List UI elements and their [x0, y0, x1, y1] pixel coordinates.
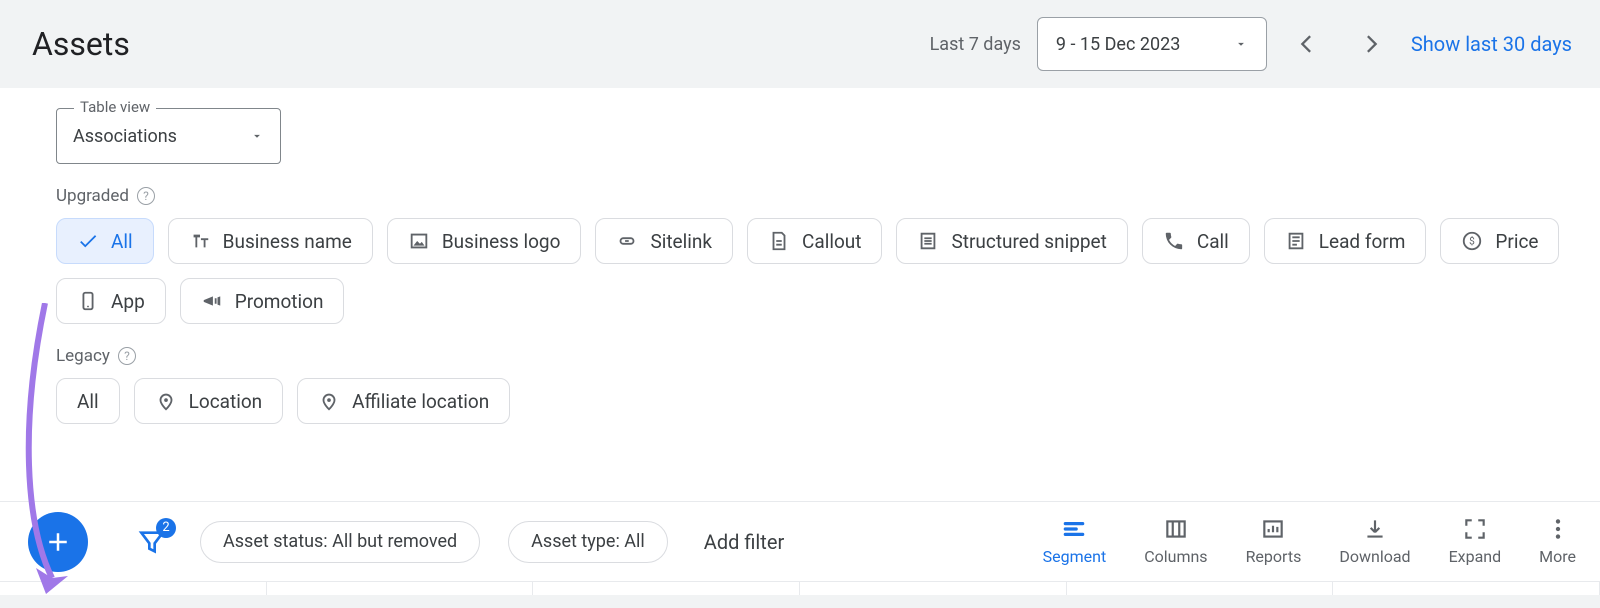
prev-period-button[interactable] — [1283, 20, 1331, 68]
table-view-select[interactable]: Associations — [56, 108, 281, 164]
show-last-30-days-link[interactable]: Show last 30 days — [1411, 32, 1572, 56]
filter-button[interactable]: 2 — [132, 522, 172, 562]
legacy-section-label: Legacy ? — [56, 346, 1572, 366]
date-range-label: Last 7 days — [930, 34, 1021, 55]
columns-icon — [1163, 517, 1189, 541]
chip-label: Price — [1495, 230, 1538, 253]
date-range-picker[interactable]: 9 - 15 Dec 2023 — [1037, 17, 1267, 71]
chip-label: Callout — [802, 230, 861, 253]
app-icon — [77, 290, 99, 312]
table-header-stub — [0, 581, 1600, 595]
toolbar-download-button[interactable]: Download — [1339, 517, 1410, 566]
page-title: Assets — [32, 25, 130, 63]
toolbar: 2 Asset status: All but removed Asset ty… — [0, 501, 1600, 581]
pin-icon — [155, 390, 177, 412]
legacy-chip-location[interactable]: Location — [134, 378, 284, 424]
chip-label: Business logo — [442, 230, 561, 253]
filter-pill-type[interactable]: Asset type: All — [508, 521, 668, 563]
legacy-chip-all[interactable]: All — [56, 378, 120, 424]
price-icon: $ — [1461, 230, 1483, 252]
form-icon — [1285, 230, 1307, 252]
upgraded-chip-promotion[interactable]: Promotion — [180, 278, 345, 324]
more-icon — [1545, 517, 1571, 541]
pin-icon — [318, 390, 340, 412]
legacy-chip-row: All Location Affiliate location — [56, 378, 1572, 424]
upgraded-chip-all[interactable]: All — [56, 218, 154, 264]
toolbar-reports-button[interactable]: Reports — [1246, 517, 1302, 566]
header-bar: Assets Last 7 days 9 - 15 Dec 2023 Show … — [0, 0, 1600, 88]
chip-label: Lead form — [1319, 230, 1406, 253]
add-asset-fab[interactable] — [28, 512, 88, 572]
toolbar-action-label: More — [1539, 547, 1576, 566]
main-panel: Table view Associations Upgraded ? All Bu… — [0, 88, 1600, 595]
upgraded-chip-app[interactable]: App — [56, 278, 166, 324]
chevron-left-icon — [1293, 30, 1321, 58]
download-icon — [1362, 517, 1388, 541]
legacy-chip-affiliate-location[interactable]: Affiliate location — [297, 378, 510, 424]
next-period-button[interactable] — [1347, 20, 1395, 68]
upgraded-chip-call[interactable]: Call — [1142, 218, 1250, 264]
chip-label: Location — [189, 390, 263, 413]
chip-label: Sitelink — [650, 230, 712, 253]
svg-text:$: $ — [1470, 235, 1476, 248]
phone-icon — [1163, 230, 1185, 252]
date-range-value: 9 - 15 Dec 2023 — [1056, 34, 1180, 55]
toolbar-action-label: Columns — [1144, 547, 1207, 566]
filter-pill-status[interactable]: Asset status: All but removed — [200, 521, 480, 563]
list-icon — [917, 230, 939, 252]
upgraded-chip-business-logo[interactable]: Business logo — [387, 218, 582, 264]
toolbar-action-label: Expand — [1449, 547, 1502, 566]
upgraded-chip-business-name[interactable]: Business name — [168, 218, 373, 264]
filter-count-badge: 2 — [156, 518, 176, 538]
upgraded-chip-lead-form[interactable]: Lead form — [1264, 218, 1427, 264]
toolbar-expand-button[interactable]: Expand — [1449, 517, 1502, 566]
chip-label: All — [77, 390, 99, 413]
toolbar-action-label: Download — [1339, 547, 1410, 566]
upgraded-section-label: Upgraded ? — [56, 186, 1572, 206]
upgraded-chip-callout[interactable]: Callout — [747, 218, 882, 264]
chip-label: Call — [1197, 230, 1229, 253]
toolbar-action-label: Segment — [1043, 547, 1107, 566]
chip-label: Business name — [223, 230, 352, 253]
chip-label: App — [111, 290, 145, 313]
promo-icon — [201, 290, 223, 312]
legacy-text: Legacy — [56, 346, 110, 366]
caret-down-icon — [1234, 37, 1248, 51]
header-right: Last 7 days 9 - 15 Dec 2023 Show last 30… — [930, 17, 1572, 71]
upgraded-chip-structured-snippet[interactable]: Structured snippet — [896, 218, 1127, 264]
reports-icon — [1260, 517, 1286, 541]
chip-label: Affiliate location — [352, 390, 489, 413]
segment-icon — [1061, 517, 1087, 541]
upgraded-chip-sitelink[interactable]: Sitelink — [595, 218, 733, 264]
doc-icon — [768, 230, 790, 252]
toolbar-more-button[interactable]: More — [1539, 517, 1576, 566]
image-icon — [408, 230, 430, 252]
toolbar-segment-button[interactable]: Segment — [1043, 517, 1107, 566]
chip-label: All — [111, 230, 133, 253]
help-icon[interactable]: ? — [137, 187, 155, 205]
chip-label: Promotion — [235, 290, 324, 313]
table-view-value: Associations — [73, 126, 177, 147]
link-icon — [616, 230, 638, 252]
caret-down-icon — [250, 129, 264, 143]
upgraded-text: Upgraded — [56, 186, 129, 206]
upgraded-chip-price[interactable]: $ Price — [1440, 218, 1559, 264]
table-view-legend: Table view — [74, 98, 156, 116]
expand-icon — [1462, 517, 1488, 541]
toolbar-columns-button[interactable]: Columns — [1144, 517, 1207, 566]
toolbar-actions: Segment Columns Reports Download Expand More — [1043, 517, 1576, 566]
check-icon — [77, 230, 99, 252]
upgraded-chip-row: All Business name Business logo Sitelink Cal… — [56, 218, 1572, 324]
plus-icon — [43, 527, 73, 557]
add-filter-button[interactable]: Add filter — [704, 530, 784, 554]
chevron-right-icon — [1357, 30, 1385, 58]
text-icon — [189, 230, 211, 252]
toolbar-action-label: Reports — [1246, 547, 1302, 566]
chip-label: Structured snippet — [951, 230, 1106, 253]
table-view-field: Table view Associations — [56, 108, 281, 164]
help-icon[interactable]: ? — [118, 347, 136, 365]
